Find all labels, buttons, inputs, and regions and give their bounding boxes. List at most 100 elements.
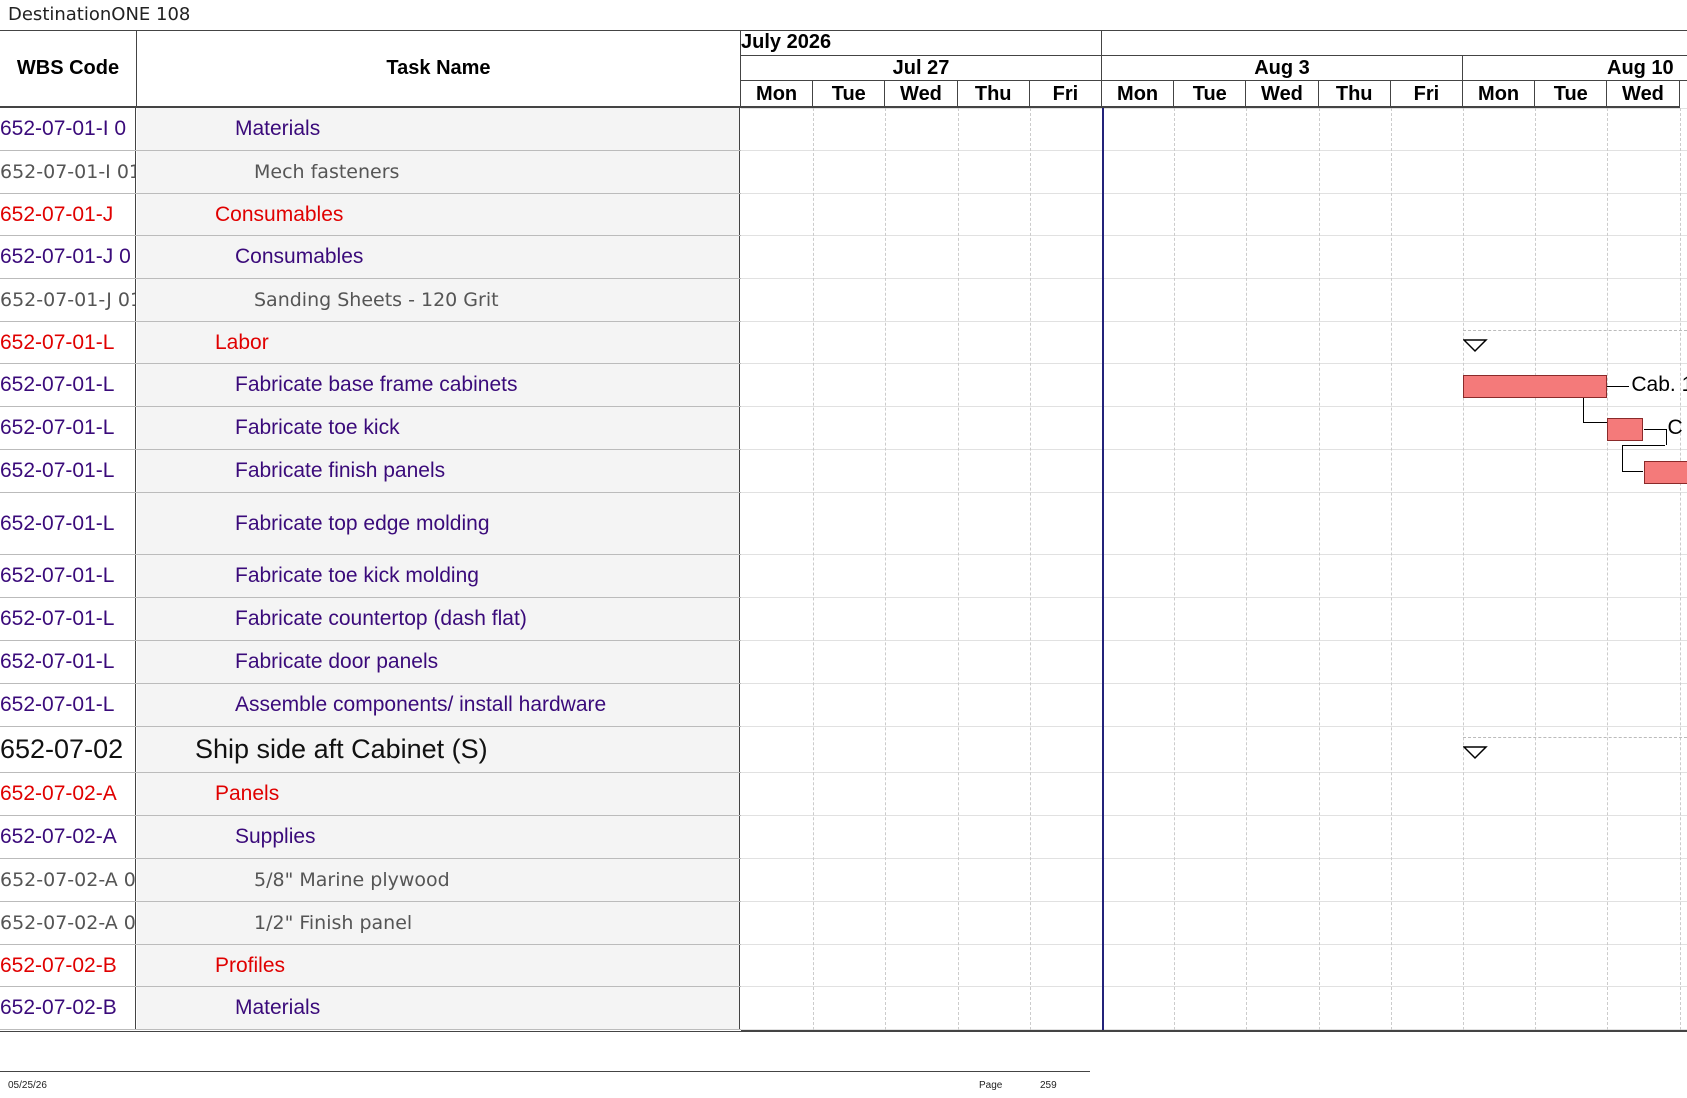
dependency-line — [1622, 471, 1644, 472]
task-name-cell[interactable]: Mech fasteners — [137, 151, 740, 193]
task-name-cell[interactable]: Supplies — [137, 816, 740, 858]
footer-page-number: 259 — [1040, 1080, 1057, 1091]
table-row[interactable]: 652-07-02Ship side aft Cabinet (S) — [0, 727, 741, 773]
table-row[interactable]: 652-07-01-I 0Materials — [0, 108, 741, 151]
wbs-column-header[interactable]: WBS Code — [0, 31, 137, 108]
wbs-cell[interactable]: 652-07-02-A — [0, 816, 136, 858]
task-name-cell[interactable]: Fabricate base frame cabinets — [137, 364, 740, 406]
table-row[interactable]: 652-07-01-JConsumables — [0, 194, 741, 236]
task-name-cell[interactable]: Fabricate toe kick molding — [137, 555, 740, 597]
task-name-cell[interactable]: Fabricate finish panels — [137, 450, 740, 492]
day-grid-line — [1246, 108, 1247, 1030]
day-label: Mon — [1102, 81, 1174, 108]
week-label: Aug 3 — [1102, 56, 1463, 81]
task-name-cell[interactable]: Profiles — [137, 945, 740, 986]
wbs-cell[interactable]: 652-07-02-A 0 — [0, 859, 136, 901]
wbs-cell[interactable]: 652-07-02-B — [0, 945, 136, 986]
table-row[interactable]: 652-07-02-A 05/8" Marine plywood — [0, 859, 741, 902]
table-row[interactable]: 652-07-01-LFabricate toe kick — [0, 407, 741, 450]
task-name-cell[interactable]: Consumables — [137, 194, 740, 235]
task-name-cell[interactable]: 5/8" Marine plywood — [137, 859, 740, 901]
table-row[interactable]: 652-07-02-BMaterials — [0, 987, 741, 1030]
bar-label-cab1: Cab. 1 — [1631, 373, 1687, 397]
grid-row-line — [741, 449, 1687, 450]
dependency-line — [1666, 429, 1667, 445]
footer-date: 05/25/26 — [8, 1080, 47, 1091]
day-grid-line — [1391, 108, 1392, 1030]
day-grid-line — [958, 108, 959, 1030]
task-bar-toe-kick[interactable] — [1607, 418, 1643, 441]
wbs-cell[interactable]: 652-07-01-L — [0, 598, 136, 640]
task-name-cell[interactable]: Labor — [137, 322, 740, 363]
day-grid-line — [1607, 108, 1608, 1030]
wbs-cell[interactable]: 652-07-01-L — [0, 493, 136, 554]
wbs-cell[interactable]: 652-07-01-I 0 — [0, 108, 136, 150]
task-name-cell[interactable]: Fabricate door panels — [137, 641, 740, 683]
grid-row-line — [741, 986, 1687, 987]
document-title: DestinationONE 108 — [8, 4, 190, 25]
table-row[interactable]: 652-07-01-J 01Sanding Sheets - 120 Grit — [0, 279, 741, 322]
task-name-cell[interactable]: Consumables — [137, 236, 740, 278]
task-bar-finish-panels[interactable] — [1644, 461, 1687, 484]
wbs-cell[interactable]: 652-07-01-L — [0, 684, 136, 726]
wbs-cell[interactable]: 652-07-02-A 0 — [0, 902, 136, 944]
wbs-cell[interactable]: 652-07-01-J 01 — [0, 279, 136, 321]
wbs-cell[interactable]: 652-07-02 — [0, 727, 136, 772]
wbs-cell[interactable]: 652-07-02-B — [0, 987, 136, 1029]
table-row[interactable]: 652-07-01-LFabricate door panels — [0, 641, 741, 684]
task-name-cell[interactable]: 1/2" Finish panel — [137, 902, 740, 944]
sheet-bottom-border — [0, 1031, 1687, 1032]
table-row[interactable]: 652-07-01-LAssemble components/ install … — [0, 684, 741, 727]
table-row[interactable]: 652-07-02-BProfiles — [0, 945, 741, 987]
wbs-cell[interactable]: 652-07-01-L — [0, 322, 136, 363]
task-column-header[interactable]: Task Name — [137, 31, 741, 108]
grid-row-line — [741, 640, 1687, 641]
wbs-cell[interactable]: 652-07-01-L — [0, 450, 136, 492]
task-name-cell[interactable]: Fabricate countertop (dash flat) — [137, 598, 740, 640]
table-row[interactable]: 652-07-01-LFabricate top edge molding — [0, 493, 741, 555]
table-row[interactable]: 652-07-02-ASupplies — [0, 816, 741, 859]
table-row[interactable]: 652-07-01-LFabricate toe kick molding — [0, 555, 741, 598]
table-row[interactable]: 652-07-01-LFabricate countertop (dash fl… — [0, 598, 741, 641]
task-name-cell[interactable]: Fabricate top edge molding — [137, 493, 740, 554]
summary-triangle-icon[interactable] — [1463, 746, 1489, 762]
table-row[interactable]: 652-07-01-LFabricate finish panels — [0, 450, 741, 493]
table-row[interactable]: 652-07-02-APanels — [0, 773, 741, 816]
dependency-line — [1583, 422, 1607, 423]
bar-connector — [1644, 429, 1666, 430]
task-name-cell[interactable]: Materials — [137, 108, 740, 150]
day-label: Fri — [1030, 81, 1102, 108]
day-grid-line — [813, 108, 814, 1030]
table-row[interactable]: 652-07-02-A 01/2" Finish panel — [0, 902, 741, 945]
table-row[interactable]: 652-07-01-LLabor — [0, 322, 741, 364]
grid-row-line — [741, 406, 1687, 407]
day-label: Wed — [1607, 81, 1679, 108]
wbs-cell[interactable]: 652-07-01-L — [0, 364, 136, 406]
wbs-cell[interactable]: 652-07-01-L — [0, 641, 136, 683]
wbs-cell[interactable]: 652-07-01-L — [0, 555, 136, 597]
dependency-line — [1622, 445, 1623, 471]
wbs-cell[interactable]: 652-07-02-A — [0, 773, 136, 815]
summary-triangle-icon[interactable] — [1463, 339, 1489, 355]
day-label: Tue — [1535, 81, 1607, 108]
task-name-cell[interactable]: Materials — [137, 987, 740, 1029]
grid-row-line — [741, 278, 1687, 279]
grid-row-line — [741, 772, 1687, 773]
table-row[interactable]: 652-07-01-J 0Consumables — [0, 236, 741, 279]
task-name-cell[interactable]: Ship side aft Cabinet (S) — [137, 727, 740, 772]
task-name-cell[interactable]: Sanding Sheets - 120 Grit — [137, 279, 740, 321]
wbs-cell[interactable]: 652-07-01-L — [0, 407, 136, 449]
task-bar-base-frame[interactable] — [1463, 375, 1607, 398]
week-divider-line — [1102, 108, 1104, 1030]
week-label: Aug 10 — [1463, 56, 1687, 81]
wbs-cell[interactable]: 652-07-01-J 0 — [0, 236, 136, 278]
grid-row-line — [741, 150, 1687, 151]
table-row[interactable]: 652-07-01-I 01Mech fasteners — [0, 151, 741, 194]
grid-row-line — [741, 108, 1687, 109]
task-name-cell[interactable]: Panels — [137, 773, 740, 815]
task-name-cell[interactable]: Fabricate toe kick — [137, 407, 740, 449]
table-row[interactable]: 652-07-01-LFabricate base frame cabinets — [0, 364, 741, 407]
wbs-cell[interactable]: 652-07-01-J — [0, 194, 136, 235]
task-name-cell[interactable]: Assemble components/ install hardware — [137, 684, 740, 726]
wbs-cell[interactable]: 652-07-01-I 01 — [0, 151, 136, 193]
